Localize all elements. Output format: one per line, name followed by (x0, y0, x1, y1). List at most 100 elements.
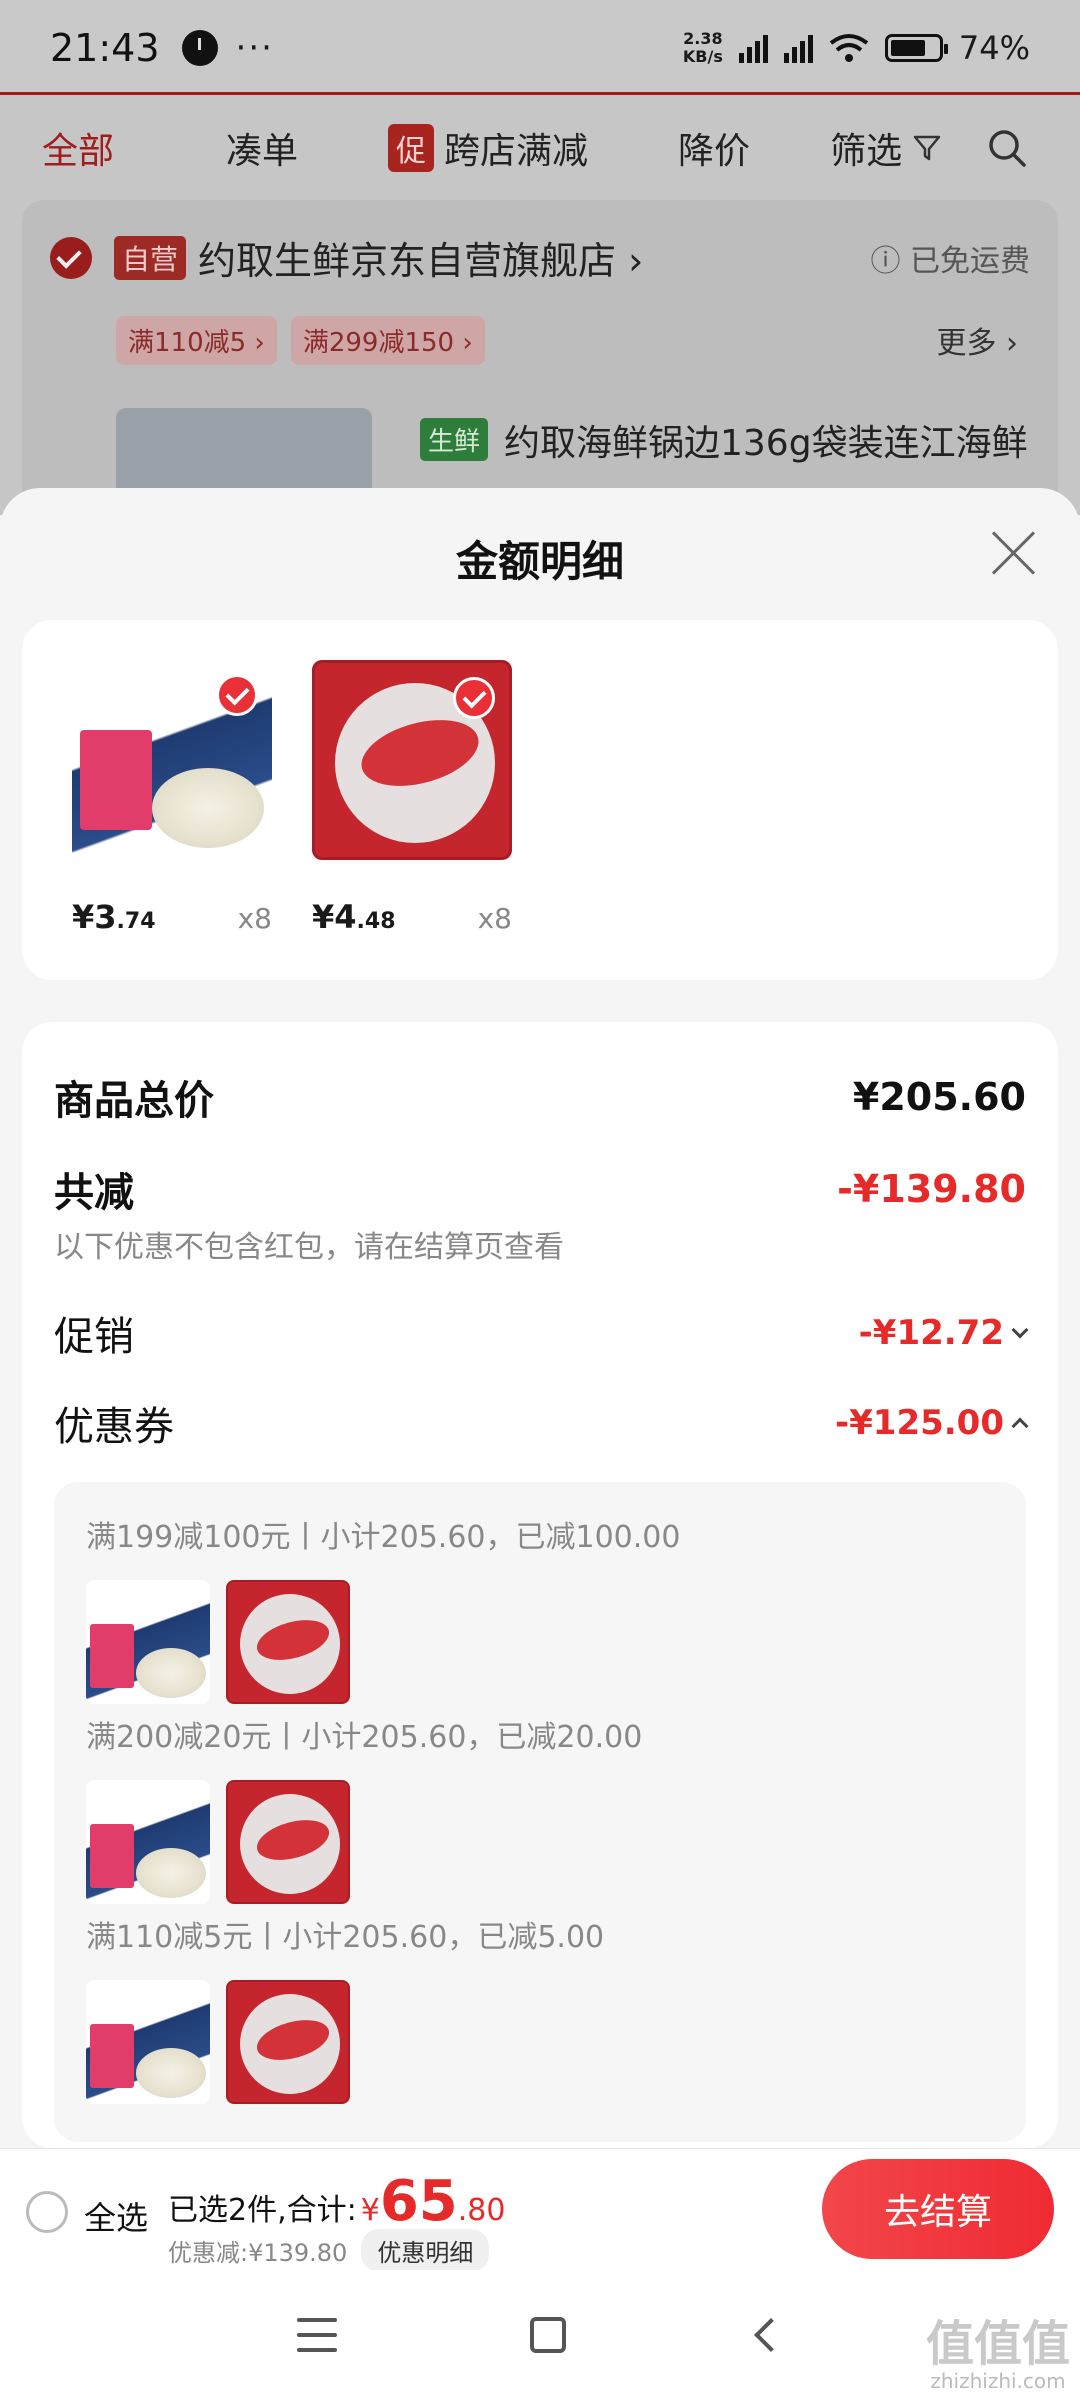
promotion-value: -¥12.72 (858, 1313, 1029, 1353)
coupon-text: 满110减5元丨小计205.60，已减5.00 (86, 1920, 605, 1955)
check-icon (453, 677, 495, 719)
fish-product-image (312, 660, 512, 860)
tab-price-drop[interactable]: 降价 (678, 122, 750, 174)
select-all-label[interactable]: 全选 (84, 2193, 148, 2239)
divider (0, 92, 1080, 95)
speed-value: 2.38 (683, 28, 723, 48)
tab-all[interactable]: 全部 (42, 122, 114, 174)
price-integer: 4 (334, 898, 357, 936)
amount-detail-sheet: 金额明细 ¥ 3 .74 x8 ¥ 4 .48 x8 商品总价 ¥205.60 … (0, 488, 1080, 2148)
price-integer: 3 (94, 898, 117, 936)
menu-icon[interactable] (296, 2318, 337, 2352)
store-checkbox[interactable] (50, 236, 92, 279)
seafood-product-image (72, 660, 272, 860)
currency-symbol: ¥ (312, 898, 335, 936)
promo-tag[interactable]: 满299减150 › (290, 316, 485, 365)
coupon-text: 满199减100元丨小计205.60，已减100.00 (86, 1520, 681, 1555)
chevron-up-icon (1011, 1417, 1029, 1435)
more-notifications-icon: ··· (235, 27, 274, 68)
total-price-row: 商品总价 ¥205.60 (54, 1068, 1026, 1126)
select-all-radio[interactable] (26, 2191, 68, 2233)
total-decimal: .80 (457, 2193, 506, 2228)
tab-cross-store[interactable]: 促 跨店满减 (388, 122, 588, 174)
checkout-button[interactable]: 去结算 (822, 2159, 1054, 2259)
watermark-mark: 值值值 (925, 2316, 1070, 2372)
promotion-amount: -¥12.72 (858, 1313, 1004, 1353)
system-nav-bar (0, 2270, 1080, 2400)
product-item[interactable]: ¥ 3 .74 x8 (72, 660, 272, 936)
discount-amount: 优惠减:¥139.80 (168, 2239, 348, 2267)
search-icon[interactable] (986, 127, 1028, 169)
selected-products-card: ¥ 3 .74 x8 ¥ 4 .48 x8 (22, 620, 1058, 980)
total-discount-label: 共减 (54, 1170, 134, 1216)
coupon-text: 满200减20元丨小计205.60，已减20.00 (86, 1720, 643, 1755)
total-integer: 65 (379, 2169, 458, 2234)
total-price-value: ¥205.60 (852, 1075, 1026, 1119)
checkout-bar: 全选 已选2件,合计: ¥ 65 .80 优惠减:¥139.80 优惠明细 去结… (0, 2148, 1080, 2272)
status-time: 21:43 (50, 25, 160, 70)
battery-icon (884, 33, 948, 62)
tab-bundle[interactable]: 凑单 (226, 122, 298, 174)
chevron-down-icon (1011, 1321, 1029, 1339)
total-discount-value: -¥139.80 (837, 1167, 1026, 1211)
battery-percent: 74% (958, 28, 1030, 67)
promotion-row[interactable]: 促销 -¥12.72 (54, 1304, 1029, 1362)
signal-icon-2 (783, 33, 813, 63)
discount-detail-button[interactable]: 优惠明细 (361, 2229, 490, 2272)
discount-summary: 优惠减:¥139.80 优惠明细 (168, 2229, 490, 2272)
currency-symbol: ¥ (360, 2193, 380, 2228)
price-decimal: .48 (356, 909, 396, 934)
signal-icon (738, 33, 768, 63)
speed-unit: KB/s (682, 46, 723, 66)
coupon-group: 满199减100元丨小计205.60，已减100.00 (86, 1512, 680, 1704)
chevron-right-icon: › (628, 239, 644, 283)
watermark-logo: 值值值 zhizhizhi.com (926, 2318, 1070, 2392)
fresh-badge: 生鲜 (420, 418, 489, 461)
store-name[interactable]: 约取生鲜京东自营旗舰店 › (198, 230, 643, 285)
watermark-url: zhizhizhi.com (930, 2369, 1066, 2393)
more-link[interactable]: 更多 › (936, 318, 1018, 362)
total-summary: 已选2件,合计: ¥ 65 .80 (168, 2169, 505, 2234)
status-bar: 21:43 ··· 2.38 KB/s 74% (0, 0, 1080, 95)
total-discount-row: 共减 -¥139.80 (54, 1160, 1026, 1218)
filter-bar: 全部 凑单 促 跨店满减 降价 筛选 (0, 100, 1080, 195)
check-icon (216, 674, 258, 716)
filter-label: 筛选 (830, 130, 903, 172)
back-icon[interactable] (754, 2318, 789, 2352)
promo-tag[interactable]: 满110减5 › (116, 316, 277, 365)
home-icon[interactable] (529, 2317, 566, 2353)
self-operated-badge: 自营 (114, 235, 187, 280)
wifi-icon (829, 33, 869, 62)
product-title[interactable]: 约取海鲜锅边136g袋装连江海鲜 (504, 414, 1028, 466)
product-quantity: x8 (477, 902, 512, 935)
product-price: ¥ 3 .74 x8 (72, 898, 272, 936)
battery-level (890, 39, 925, 56)
selected-count: 已选2件,合计: (168, 2193, 357, 2228)
product-price: ¥ 4 .48 x8 (312, 898, 512, 936)
fish-thumbnail (226, 1980, 350, 2104)
clock-app-icon (181, 29, 218, 66)
network-speed: 2.38 KB/s (682, 28, 723, 66)
seafood-thumbnail (86, 1580, 210, 1704)
filter-funnel-icon (913, 135, 941, 160)
price-breakdown-card: 商品总价 ¥205.60 共减 -¥139.80 以下优惠不包含红包，请在结算页… (22, 1022, 1058, 2148)
seafood-thumbnail (86, 1780, 210, 1904)
sheet-title: 金额明细 (455, 537, 624, 586)
coupon-row[interactable]: 优惠券 -¥125.00 (54, 1394, 1029, 1452)
tab-cross-store-label: 跨店满减 (444, 130, 589, 172)
free-shipping-label: ⓘ 已免运费 (870, 243, 1030, 279)
discount-note: 以下优惠不包含红包，请在结算页查看 (54, 1230, 564, 1265)
filter-button[interactable]: 筛选 (830, 122, 942, 174)
coupon-label: 优惠券 (54, 1404, 174, 1450)
total-price-label: 商品总价 (54, 1078, 214, 1124)
promotion-label: 促销 (54, 1314, 134, 1360)
store-name-text: 约取生鲜京东自营旗舰店 (198, 239, 617, 283)
close-icon[interactable] (990, 530, 1036, 576)
coupon-amount: -¥125.00 (835, 1403, 1004, 1443)
promo-badge: 促 (388, 123, 435, 172)
coupon-group: 满200减20元丨小计205.60，已减20.00 (86, 1712, 642, 1904)
fish-thumbnail (226, 1580, 350, 1704)
product-item[interactable]: ¥ 4 .48 x8 (312, 660, 512, 936)
store-header: 自营 约取生鲜京东自营旗舰店 › ⓘ 已免运费 (50, 230, 1030, 285)
store-promos: 满110减5 › 满299减150 › (116, 316, 485, 365)
